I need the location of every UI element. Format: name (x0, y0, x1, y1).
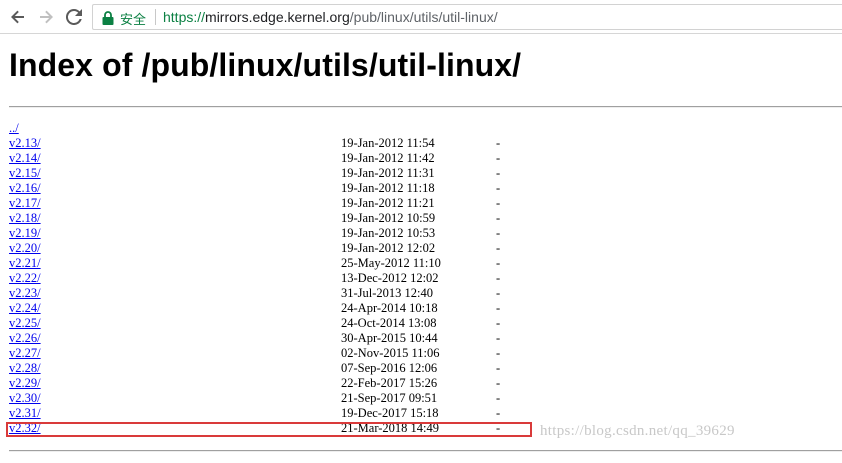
file-size: - (496, 286, 501, 300)
directory-link[interactable]: v2.19/ (9, 226, 41, 241)
modified-date: 19-Jan-2012 11:18 (341, 181, 435, 195)
directory-link[interactable]: v2.28/ (9, 361, 41, 376)
directory-link[interactable]: v2.32/ (9, 421, 41, 436)
modified-date: 30-Apr-2015 10:44 (341, 331, 438, 345)
modified-date: 21-Mar-2018 14:49 (341, 421, 439, 435)
forward-button[interactable] (35, 6, 57, 28)
directory-link[interactable]: v2.15/ (9, 166, 41, 181)
lock-icon (102, 11, 114, 25)
top-divider (9, 106, 842, 108)
file-size: - (496, 241, 501, 255)
directory-link[interactable]: v2.27/ (9, 346, 41, 361)
file-size: - (496, 316, 501, 330)
modified-date: 19-Dec-2017 15:18 (341, 406, 439, 420)
modified-date: 19-Jan-2012 11:42 (341, 151, 435, 165)
reload-icon (66, 9, 82, 25)
file-size: - (496, 361, 501, 375)
back-button[interactable] (7, 6, 29, 28)
directory-link[interactable]: v2.21/ (9, 256, 41, 271)
directory-link[interactable]: v2.23/ (9, 286, 41, 301)
directory-link[interactable]: v2.20/ (9, 241, 41, 256)
modified-date: 19-Jan-2012 10:59 (341, 211, 436, 225)
security-label[interactable]: 安全 (120, 9, 146, 28)
directory-link[interactable]: v2.18/ (9, 211, 41, 226)
directory-link[interactable]: v2.14/ (9, 151, 41, 166)
file-size: - (496, 331, 501, 345)
modified-date: 19-Jan-2012 12:02 (341, 241, 436, 255)
modified-date: 21-Sep-2017 09:51 (341, 391, 438, 405)
directory-link[interactable]: v2.17/ (9, 196, 41, 211)
modified-date: 13-Dec-2012 12:02 (341, 271, 439, 285)
address-bar[interactable]: 安全 https://mirrors.edge.kernel.org/pub/l… (92, 4, 842, 30)
page-title: Index of /pub/linux/utils/util-linux/ (9, 47, 522, 83)
file-size: - (496, 166, 501, 180)
directory-link[interactable]: v2.29/ (9, 376, 41, 391)
modified-date: 02-Nov-2015 11:06 (341, 346, 440, 360)
file-size: - (496, 301, 501, 315)
modified-date: 22-Feb-2017 15:26 (341, 376, 438, 390)
directory-link[interactable]: v2.31/ (9, 406, 41, 421)
url-scheme: https:// (163, 9, 206, 25)
directory-link[interactable]: v2.25/ (9, 316, 41, 331)
url-path: /pub/linux/utils/util-linux/ (349, 9, 498, 25)
file-size: - (496, 406, 501, 420)
file-size: - (496, 151, 501, 165)
watermark-text: https://blog.csdn.net/qq_39629 (540, 423, 735, 439)
file-size: - (496, 346, 501, 360)
modified-date: 07-Sep-2016 12:06 (341, 361, 438, 375)
directory-link[interactable]: v2.30/ (9, 391, 41, 406)
file-size: - (496, 181, 501, 195)
modified-date: 24-Apr-2014 10:18 (341, 301, 438, 315)
bottom-divider (9, 450, 842, 452)
modified-date: 25-May-2012 11:10 (341, 256, 441, 270)
file-size: - (496, 421, 501, 435)
file-size: - (496, 196, 501, 210)
modified-date: 19-Jan-2012 11:54 (341, 136, 435, 150)
file-size: - (496, 376, 501, 390)
directory-link[interactable]: v2.16/ (9, 181, 41, 196)
file-size: - (496, 136, 501, 150)
modified-date: 31-Jul-2013 12:40 (341, 286, 434, 300)
url-host: mirrors.edge.kernel.org (205, 9, 350, 25)
parent-directory-link[interactable]: ../ (9, 121, 19, 136)
file-size: - (496, 226, 501, 240)
file-size: - (496, 211, 501, 225)
reload-button[interactable] (63, 6, 85, 28)
directory-link[interactable]: v2.26/ (9, 331, 41, 346)
address-separator (155, 9, 156, 25)
highlight-box (6, 422, 532, 437)
file-size: - (496, 256, 501, 270)
directory-link[interactable]: v2.13/ (9, 136, 41, 151)
directory-link[interactable]: v2.22/ (9, 271, 41, 286)
forward-arrow-icon (40, 10, 53, 24)
modified-date: 24-Oct-2014 13:08 (341, 316, 437, 330)
directory-link[interactable]: v2.24/ (9, 301, 41, 316)
modified-date: 19-Jan-2012 10:53 (341, 226, 436, 240)
file-size: - (496, 391, 501, 405)
file-size: - (496, 271, 501, 285)
browser-toolbar: 安全 https://mirrors.edge.kernel.org/pub/l… (0, 0, 842, 34)
modified-date: 19-Jan-2012 11:21 (341, 196, 435, 210)
modified-date: 19-Jan-2012 11:31 (341, 166, 435, 180)
url-text[interactable]: https://mirrors.edge.kernel.org/pub/linu… (163, 9, 498, 25)
back-arrow-icon (11, 10, 24, 24)
